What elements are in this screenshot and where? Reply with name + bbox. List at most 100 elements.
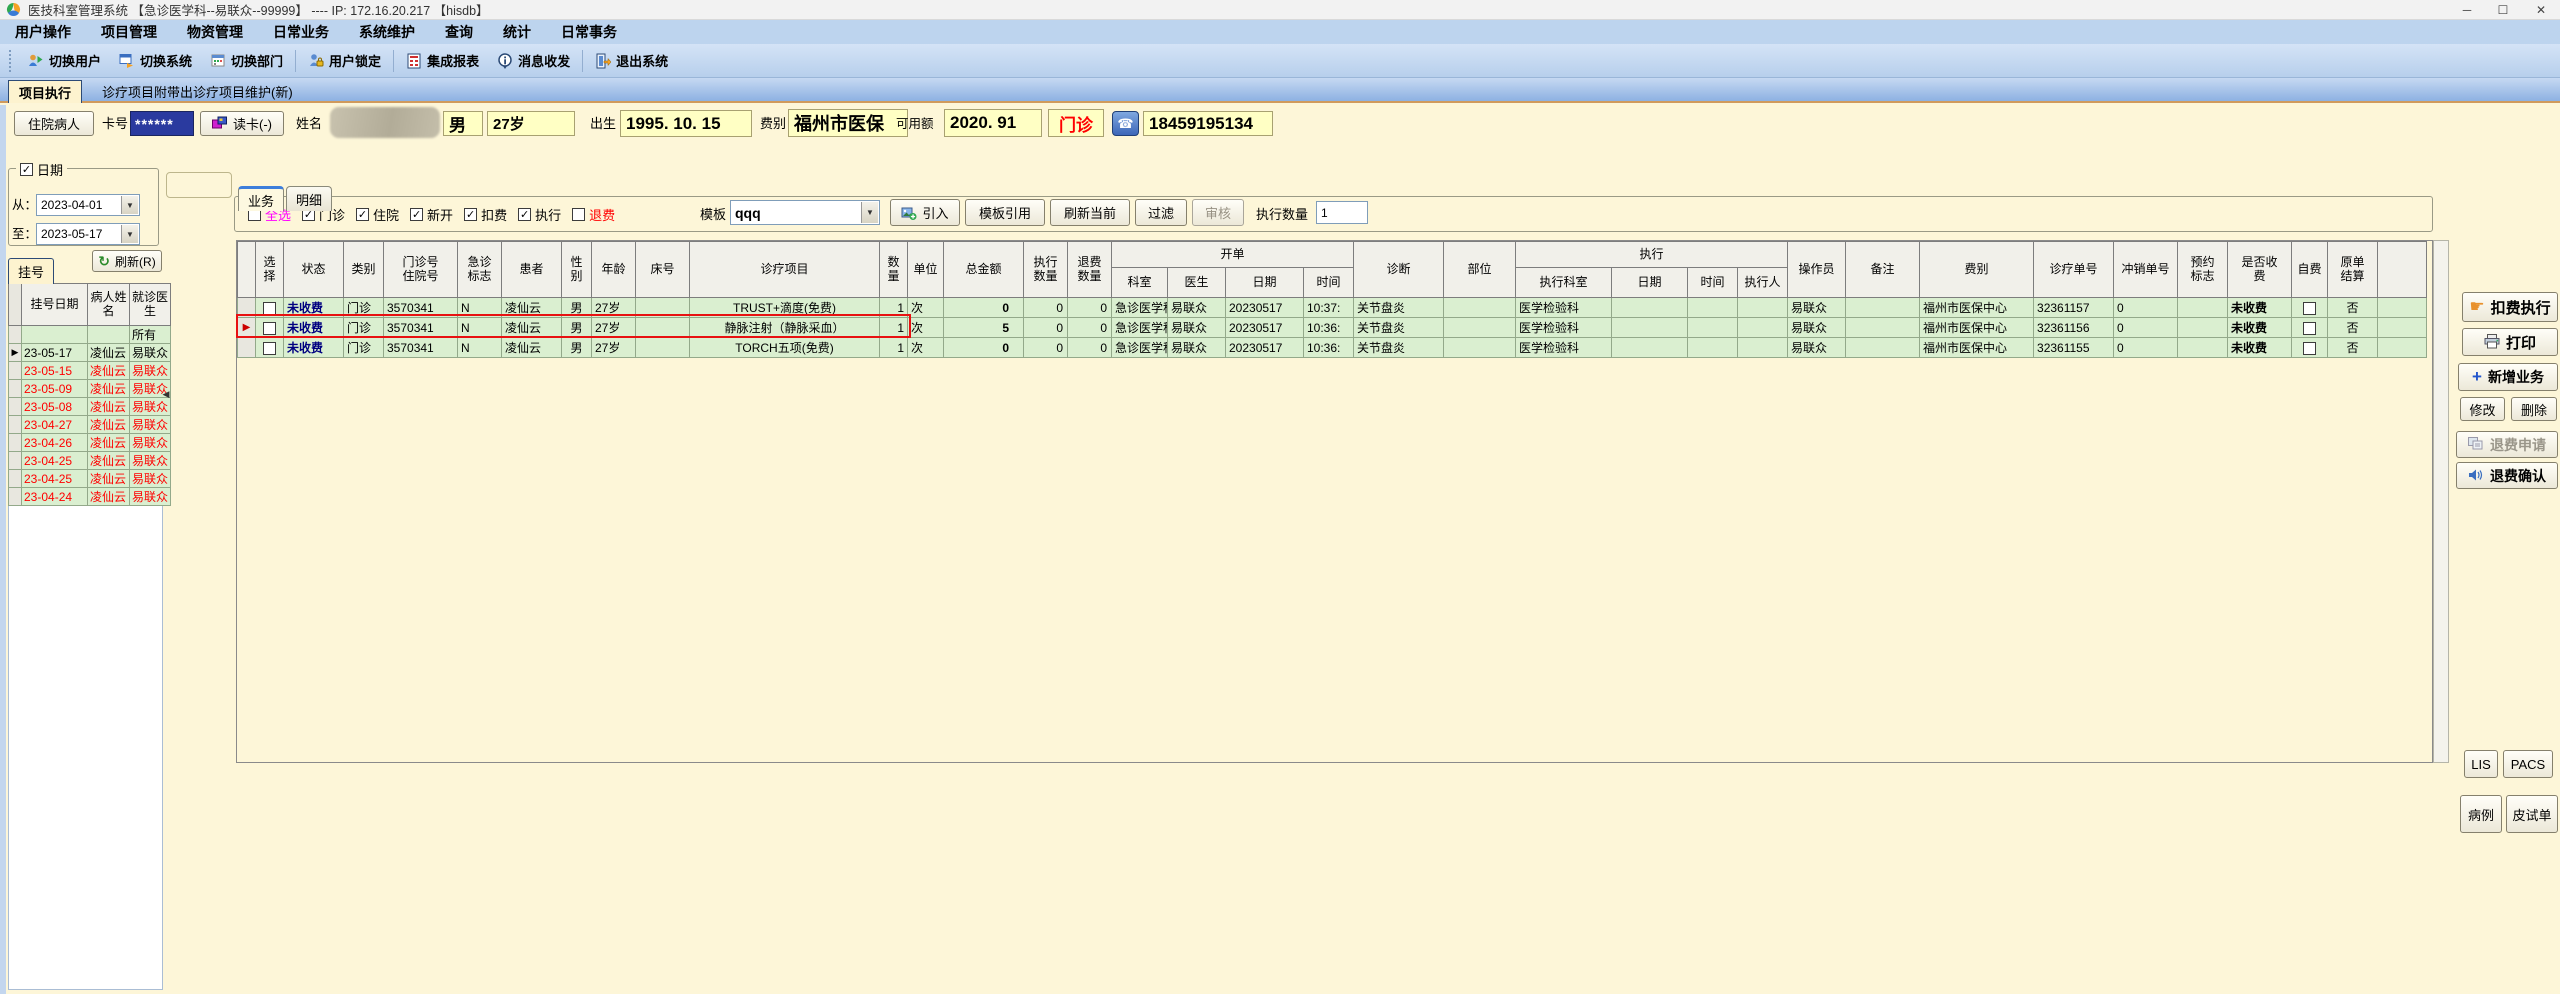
sidebar-splitter[interactable]: [163, 140, 171, 990]
pacs-button[interactable]: PACS: [2503, 750, 2553, 778]
chevron-down-icon[interactable]: ▼: [121, 225, 138, 243]
grid-header-visit-no[interactable]: 门诊号 住院号: [383, 241, 458, 298]
grid-header-patient[interactable]: 患者: [501, 241, 562, 298]
filter-checkbox-3[interactable]: ✓ 新开: [410, 205, 453, 224]
grid-header-kd-date[interactable]: 日期: [1225, 267, 1304, 298]
refresh-button[interactable]: ↻ 刷新(R): [92, 250, 162, 272]
filter-checkbox-6[interactable]: 退费: [572, 205, 615, 224]
checkbox-icon[interactable]: [263, 341, 276, 355]
grid-header-select[interactable]: 选 择: [255, 241, 284, 298]
filter-checkbox-5[interactable]: ✓ 执行: [518, 205, 561, 224]
deduct-execute-button[interactable]: ☛ 扣费执行: [2462, 292, 2558, 322]
collapse-sidebar-icon[interactable]: ◀: [160, 384, 172, 404]
grid-header-unit[interactable]: 单位: [907, 241, 944, 298]
grid-header-ex-dept[interactable]: 执行科室: [1515, 267, 1613, 298]
grid-header-kd-doctor[interactable]: 医生: [1167, 267, 1226, 298]
refund-apply-button[interactable]: 退费申请: [2456, 431, 2558, 458]
reg-row[interactable]: ▶ 23-05-17 凌仙云 易联众: [8, 343, 172, 362]
inpatient-button[interactable]: 住院病人: [14, 111, 94, 136]
grid-header-emerg[interactable]: 急诊 标志: [457, 241, 502, 298]
grid-row[interactable]: 未收费 门诊 3570341 N 凌仙云男 27岁 TRUST+滴度(免费) 1 次 0 0 0 急诊医…: [237, 297, 2427, 318]
date-to-select[interactable]: 2023-05-17 ▼: [36, 223, 140, 245]
grid-header-diagnosis[interactable]: 诊断: [1353, 241, 1445, 298]
refund-confirm-button[interactable]: 退费确认: [2456, 462, 2558, 489]
grid-header-offset-no[interactable]: 冲销单号: [2113, 241, 2179, 298]
maximize-button[interactable]: ☐: [2488, 0, 2518, 20]
print-button[interactable]: 打印: [2462, 328, 2558, 356]
user-lock-button[interactable]: 用户锁定: [299, 47, 390, 75]
grid-header-status[interactable]: 状态: [283, 241, 344, 298]
filter-button[interactable]: 过滤: [1135, 199, 1187, 226]
switch-system-button[interactable]: 切换系统: [110, 47, 201, 75]
reg-row[interactable]: 23-04-26 凌仙云 易联众: [8, 433, 172, 452]
checkbox-icon[interactable]: [263, 321, 276, 335]
read-card-button[interactable]: 读卡(-): [200, 111, 284, 136]
grid-row[interactable]: 未收费 门诊 3570341 N 凌仙云男 27岁 TORCH五项(免费) 1 次 0 0 0 急诊医学…: [237, 337, 2427, 358]
audit-button[interactable]: 审核: [1192, 199, 1244, 226]
switch-user-button[interactable]: 切换用户: [19, 47, 110, 75]
grid-header-charged[interactable]: 是否收 费: [2227, 241, 2293, 298]
case-button[interactable]: 病例: [2460, 795, 2502, 833]
switch-dept-button[interactable]: 切换部门: [201, 47, 292, 75]
menu-query[interactable]: 查询: [430, 20, 488, 44]
grid-header-self-pay[interactable]: 自费: [2291, 241, 2329, 298]
date-from-select[interactable]: 2023-04-01 ▼: [36, 194, 140, 216]
grid-header-remark[interactable]: 备注: [1845, 241, 1921, 298]
grid-header-part[interactable]: 部位: [1443, 241, 1517, 298]
grid-header-exec-group[interactable]: 执行: [1515, 241, 1789, 268]
tab-detail[interactable]: 明细: [286, 186, 332, 211]
exit-system-button[interactable]: 退出系统: [586, 47, 677, 75]
phone-icon[interactable]: ☎: [1112, 111, 1139, 136]
grid-header-operator[interactable]: 操作员: [1787, 241, 1847, 298]
modify-button[interactable]: 修改: [2460, 397, 2505, 421]
reg-row[interactable]: 所有: [8, 325, 172, 344]
reg-row[interactable]: 23-04-25 凌仙云 易联众: [8, 451, 172, 470]
grid-header-order-no[interactable]: 诊疗单号: [2033, 241, 2115, 298]
grid-row[interactable]: ▶ 未收费 门诊 3570341 N 凌仙云男 27岁 静脉注射（静脉采血） 1 次 5 0 0 急诊医学…: [237, 317, 2427, 338]
new-business-button[interactable]: + 新增业务: [2458, 363, 2558, 391]
grid-header-qty[interactable]: 数 量: [879, 241, 908, 298]
tab-business[interactable]: 业务: [238, 186, 284, 211]
grid-header-appt[interactable]: 预约 标志: [2177, 241, 2229, 298]
reg-header-name[interactable]: 病人姓名: [87, 283, 130, 326]
grid-header-item[interactable]: 诊疗项目: [689, 241, 880, 298]
template-select[interactable]: qqq ▼: [730, 200, 880, 225]
checkbox-icon[interactable]: [2303, 341, 2317, 355]
tab-item-maintenance[interactable]: 诊疗项目附带出诊疗项目维护(新): [92, 80, 303, 103]
grid-header-exec-qty[interactable]: 执行 数量: [1023, 241, 1068, 298]
menu-statistics[interactable]: 统计: [488, 20, 546, 44]
skin-test-button[interactable]: 皮试单: [2506, 795, 2558, 833]
reg-row[interactable]: 23-05-09 凌仙云 易联众: [8, 379, 172, 398]
grid-header-kaidan-group[interactable]: 开单: [1110, 241, 1355, 268]
menu-user-ops[interactable]: 用户操作: [0, 20, 86, 44]
grid-header-kd-dept[interactable]: 科室: [1111, 267, 1168, 298]
grid-header-amount[interactable]: 总金额: [943, 241, 1024, 298]
reg-row[interactable]: 23-05-08 凌仙云 易联众: [8, 397, 172, 416]
menu-daily-business[interactable]: 日常业务: [258, 20, 344, 44]
lis-button[interactable]: LIS: [2464, 750, 2498, 778]
chevron-down-icon[interactable]: ▼: [861, 202, 878, 223]
grid-header-ex-date[interactable]: 日期: [1611, 267, 1689, 298]
message-button[interactable]: 消息收发: [488, 47, 579, 75]
registration-tab[interactable]: 挂号: [8, 258, 54, 284]
reg-row[interactable]: 23-05-15 凌仙云 易联众: [8, 361, 172, 380]
date-filter-checkbox[interactable]: ✓ 日期: [16, 160, 68, 179]
reg-row[interactable]: 23-04-25 凌仙云 易联众: [8, 469, 172, 488]
minimize-button[interactable]: ─: [2452, 0, 2482, 20]
checkbox-icon[interactable]: [263, 301, 276, 315]
exec-qty-input[interactable]: 1: [1316, 201, 1368, 224]
menu-project-mgmt[interactable]: 项目管理: [86, 20, 172, 44]
grid-header-sex[interactable]: 性 别: [561, 241, 592, 298]
menu-system-maintenance[interactable]: 系统维护: [344, 20, 430, 44]
grid-header-kd-time[interactable]: 时间: [1302, 267, 1355, 298]
close-button[interactable]: ✕: [2526, 0, 2556, 20]
grid-header-fee-type[interactable]: 费别: [1919, 241, 2035, 298]
card-no-field[interactable]: ******: [130, 111, 194, 136]
grid-scrollbar[interactable]: [2433, 240, 2449, 763]
grid-header-age[interactable]: 年龄: [591, 241, 636, 298]
checkbox-icon[interactable]: [2303, 301, 2317, 315]
menu-material-mgmt[interactable]: 物资管理: [172, 20, 258, 44]
grid-header-orig-settle[interactable]: 原单 结算: [2327, 241, 2379, 298]
menu-daily-affairs[interactable]: 日常事务: [546, 20, 632, 44]
grid-header-type[interactable]: 类别: [343, 241, 384, 298]
